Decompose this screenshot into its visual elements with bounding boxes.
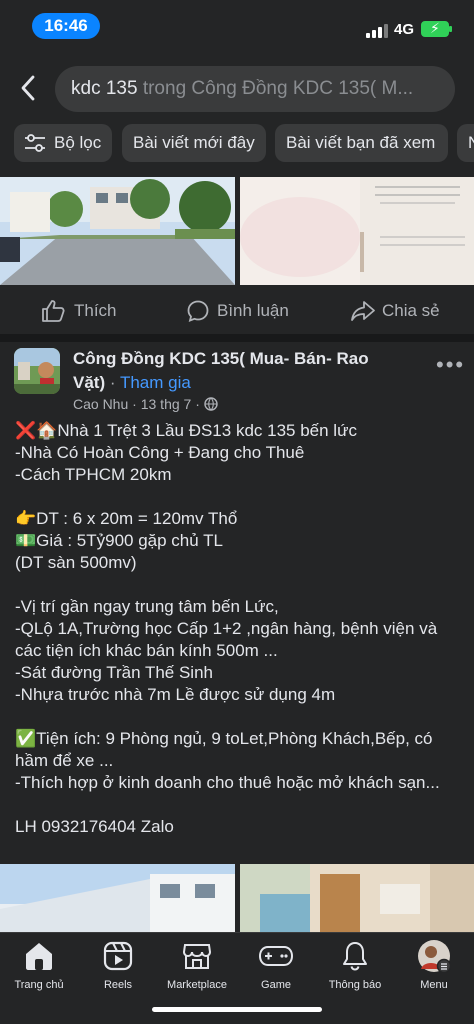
post-meta: Cao Nhu · 13 thg 7 ·	[73, 396, 218, 412]
nav-label: Trang chủ	[14, 979, 64, 991]
post-line-spacer	[15, 794, 465, 816]
nav-label: Game	[261, 979, 291, 991]
street-photo[interactable]	[0, 177, 235, 285]
search-query: kdc 135	[71, 78, 138, 99]
post-line: 👉DT : 6 x 20m = 120mv Thổ	[15, 509, 238, 528]
home-indicator	[152, 1007, 322, 1012]
reels-icon	[103, 941, 133, 971]
post-line: -Sát đường Trần Thế Sinh	[15, 663, 213, 682]
post-header: Công Đồng KDC 135( Mua- Bán- Rao Vặt) · …	[0, 342, 474, 420]
signal-icon	[366, 24, 388, 38]
post-line-spacer	[15, 706, 465, 728]
chevron-left-icon	[21, 75, 35, 101]
more-options-button[interactable]: •••	[436, 352, 465, 378]
thumbs-up-icon	[42, 300, 65, 322]
search-header: kdc 135 trong Công Đồng KDC 135( M...	[0, 54, 474, 120]
globe-icon	[204, 397, 218, 411]
join-button[interactable]: Tham gia	[120, 373, 191, 392]
game-icon	[258, 946, 294, 966]
post-line-spacer	[15, 574, 465, 596]
author-name[interactable]: Cao Nhu	[73, 396, 128, 412]
meta-dot: ·	[132, 396, 141, 412]
back-button[interactable]	[12, 68, 46, 108]
house-interior-photo[interactable]	[240, 864, 474, 932]
filter-button[interactable]: Bộ lọc	[14, 124, 112, 162]
post-line: 💵Giá : 5Tỷ900 gặp chủ TL	[15, 531, 223, 550]
chip-label: Bài viết mới đây	[133, 133, 255, 152]
post-line: (DT sàn 500mv)	[15, 553, 137, 572]
filter-chips: Bộ lọc Bài viết mới đây Bài viết bạn đã …	[14, 124, 474, 162]
chip-more[interactable]: N	[457, 124, 474, 162]
group-avatar[interactable]	[14, 348, 60, 394]
post-actions: Thích Bình luận Chia sẻ	[0, 288, 474, 334]
chip-label: N	[468, 133, 474, 152]
nav-menu[interactable]: Menu	[397, 940, 471, 991]
name-separator: ·	[105, 373, 120, 392]
nav-label: Thông báo	[328, 979, 382, 991]
status-bar: 16:46 4G ⚡	[0, 0, 474, 54]
share-label: Chia sẻ	[382, 301, 440, 320]
post-photos	[0, 864, 474, 932]
post-divider	[0, 334, 474, 342]
nav-label: Menu	[420, 979, 448, 991]
share-button[interactable]: Chia sẻ	[350, 288, 450, 334]
marketplace-icon	[182, 944, 212, 969]
home-icon	[26, 943, 52, 970]
like-label: Thích	[74, 301, 117, 320]
ellipsis-icon: •••	[436, 352, 466, 377]
post-line: LH 0932176404 Zalo	[15, 817, 174, 836]
post-line-spacer	[15, 486, 465, 508]
sliders-icon	[25, 134, 45, 152]
chip-recent-posts[interactable]: Bài viết mới đây	[122, 124, 266, 162]
comment-label: Bình luận	[217, 301, 289, 320]
battery-icon: ⚡	[421, 20, 452, 37]
search-input[interactable]: kdc 135 trong Công Đồng KDC 135( M...	[55, 66, 455, 112]
post-line: ✅Tiện ích: 9 Phòng ngủ, 9 toLet,Phòng Kh…	[15, 729, 433, 770]
group-name-line: Công Đồng KDC 135( Mua- Bán- Rao Vặt) · …	[73, 347, 403, 395]
post-text[interactable]: ❌🏠Nhà 1 Trệt 3 Lầu ĐS13 kdc 135 bến lức -…	[15, 420, 465, 838]
share-icon	[351, 301, 375, 321]
like-button[interactable]: Thích	[40, 288, 150, 334]
document-photo[interactable]	[240, 177, 474, 285]
post-date[interactable]: 13 thg 7	[141, 396, 192, 412]
chip-viewed-posts[interactable]: Bài viết bạn đã xem	[275, 124, 448, 162]
nav-home[interactable]: Trang chủ	[2, 941, 76, 991]
menu-avatar-icon	[418, 940, 452, 974]
post-line: -Nhà Có Hoàn Công + Đang cho Thuê	[15, 443, 305, 462]
chip-label: Bài viết bạn đã xem	[286, 133, 436, 152]
house-exterior-photo[interactable]	[0, 864, 235, 932]
post-line: -Vị trí gần ngay trung tâm bến Lức,	[15, 597, 279, 616]
nav-label: Marketplace	[167, 979, 227, 991]
comment-button[interactable]: Bình luận	[186, 288, 306, 334]
status-time: 16:46	[32, 13, 100, 39]
previous-post-photos	[0, 177, 474, 285]
meta-dot: ·	[195, 396, 204, 412]
nav-notifications[interactable]: Thông báo	[318, 941, 392, 991]
post-line: -Cách TPHCM 20km	[15, 465, 172, 484]
post-line: -Thích hợp ở kinh doanh cho thuê hoặc mở…	[15, 773, 440, 792]
nav-label: Reels	[103, 979, 133, 991]
nav-marketplace[interactable]: Marketplace	[160, 941, 234, 991]
nav-game[interactable]: Game	[239, 941, 313, 991]
network-type: 4G	[394, 21, 415, 38]
filter-label: Bộ lọc	[54, 133, 102, 152]
post-line: -QLộ 1A,Trường học Cấp 1+2 ,ngân hàng, b…	[15, 619, 438, 660]
post-line: -Nhựa trước nhà 7m Lề được sử dụng 4m	[15, 685, 336, 704]
nav-reels[interactable]: Reels	[81, 941, 155, 991]
comment-icon	[187, 300, 209, 322]
post-line: ❌🏠Nhà 1 Trệt 3 Lầu ĐS13 kdc 135 bến lức	[15, 421, 357, 440]
search-scope: trong Công Đồng KDC 135( M...	[137, 78, 414, 99]
bell-icon	[343, 942, 367, 971]
